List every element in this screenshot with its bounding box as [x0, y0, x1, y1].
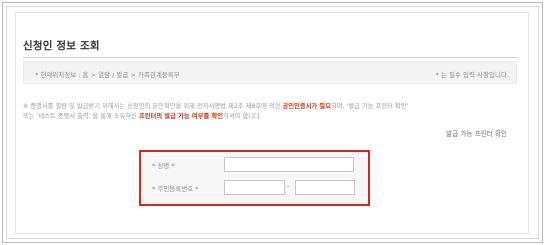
page-title: 신청인 정보 조회 — [23, 40, 100, 52]
notice-line-1-b: 하며, '발급 가능 프린터 확인' — [331, 103, 409, 110]
name-label-mark: * — [152, 162, 156, 170]
notice-highlight-cert: 공인인증서가 필요 — [282, 103, 331, 110]
notice-line-1-a: ※ 증명서를 열람 및 발급받기 위해서는 신청인의 본인확인을 위해 전자서명… — [23, 103, 283, 110]
rrn-label-mark-end: * — [195, 185, 199, 193]
rrn-label-text: 주민등록번호 — [157, 185, 194, 193]
notice-line-2-a: 또는 '테스트 증명서 출력' 을 통해 소유하신 — [23, 113, 139, 120]
required-note-text: 는 필수 입력 사항입니다. — [438, 71, 509, 79]
rrn-separator: - — [287, 183, 290, 191]
name-input[interactable] — [224, 157, 354, 172]
name-label-mark-end: * — [171, 162, 175, 170]
title-divider — [23, 57, 517, 58]
name-label: * 성명 * — [152, 160, 175, 170]
breadcrumb: * 현재위치정보 : 홈 > 열람 / 발급 > 가족관계등록부 — [35, 71, 180, 79]
required-note: * 는 필수 입력 사항입니다. — [436, 69, 509, 79]
rrn-label: * 주민등록번호 * — [152, 183, 199, 193]
printer-check-link[interactable]: 발급 가능 프린터 확인 — [446, 128, 507, 138]
rrn-label-mark: * — [152, 185, 156, 193]
notice-line-2-b: 하셔야 합니다. — [223, 113, 262, 120]
rrn-back-input[interactable] — [295, 180, 355, 195]
notice-line-1: ※ 증명서를 열람 및 발급받기 위해서는 신청인의 본인확인을 위해 전자서명… — [23, 101, 408, 110]
rrn-front-input[interactable] — [224, 180, 285, 195]
notice-line-2: 또는 '테스트 증명서 출력' 을 통해 소유하신 프린터의 발급 가능 여부를… — [23, 111, 262, 120]
name-label-text: 성명 — [157, 162, 170, 170]
notice-highlight-printer: 프린터의 발급 가능 여부를 확인 — [138, 113, 224, 120]
